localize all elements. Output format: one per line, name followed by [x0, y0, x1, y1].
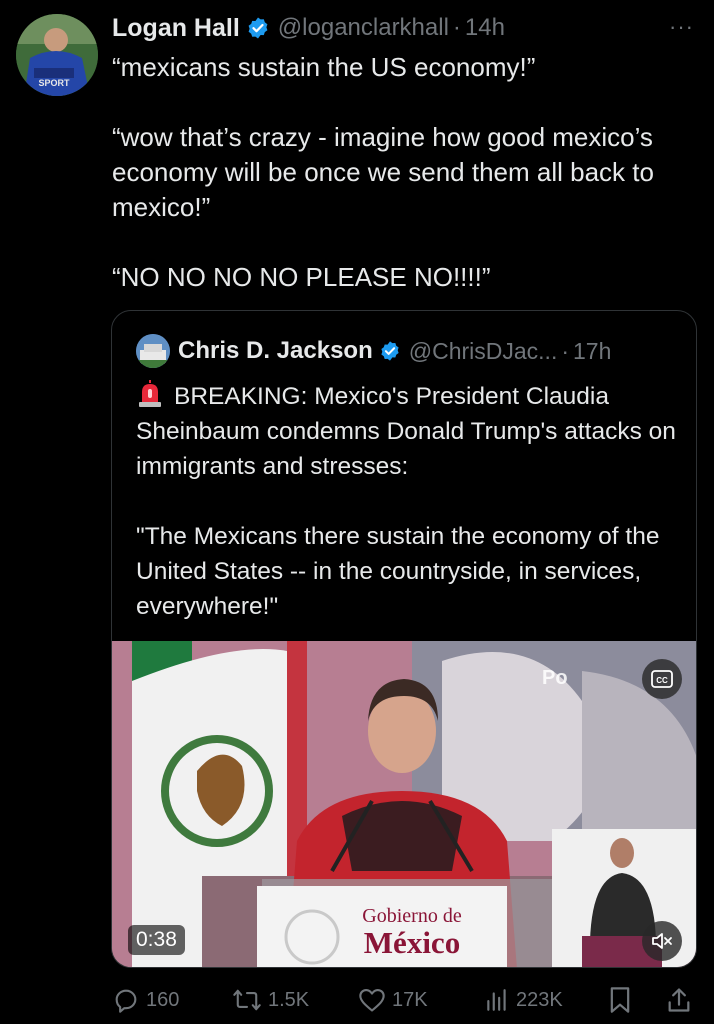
tweet-paragraph: “NO NO NO NO PLEASE NO!!!!” [112, 262, 491, 292]
views-button[interactable]: 223K [484, 987, 563, 1013]
siren-emoji-icon [139, 380, 161, 407]
author-handle[interactable]: @loganclarkhall [278, 14, 449, 42]
reply-icon [115, 989, 137, 1013]
video-player[interactable]: Po CC Gobierno de México 0:38 [112, 641, 696, 967]
podium-sign: Gobierno de México [342, 905, 482, 959]
video-watermark: Po [542, 667, 568, 689]
repost-count: 1.5K [268, 988, 310, 1011]
quoted-paragraph: BREAKING: Mexico's President Claudia She… [136, 383, 676, 480]
share-icon [668, 988, 690, 1012]
quoted-tweet-header: Chris D. Jackson @ChrisDJac... · 17h [136, 333, 676, 369]
podium-sign-line2: México [363, 925, 461, 960]
repost-button[interactable]: 1.5K [232, 986, 309, 1014]
action-bar: 160 1.5K 17K 223K [112, 982, 702, 1018]
quoted-paragraph: "The Mexicans there sustain the economy … [136, 523, 660, 620]
verified-badge-icon [248, 17, 268, 39]
share-button[interactable] [666, 986, 698, 1014]
quoted-author-avatar [136, 334, 170, 368]
bookmark-icon [610, 987, 630, 1013]
time-separator: · [561, 337, 570, 364]
tweet-paragraph: “wow that’s crazy - imagine how good mex… [112, 122, 654, 222]
tweet-paragraph: “mexicans sustain the US economy!” [112, 52, 536, 82]
heart-icon [359, 989, 385, 1012]
more-options-icon[interactable]: ··· [669, 14, 694, 40]
tweet-header: Logan Hall @loganclarkhall · 14h ··· [112, 10, 694, 46]
tweet-time[interactable]: 14h [465, 14, 505, 42]
quoted-tweet[interactable]: Chris D. Jackson @ChrisDJac... · 17h BRE… [111, 310, 697, 968]
reply-count: 160 [146, 988, 180, 1011]
repost-icon [233, 989, 261, 1011]
analytics-icon [487, 989, 506, 1011]
quoted-author-name: Chris D. Jackson [178, 337, 373, 364]
verified-badge-icon [381, 341, 399, 361]
tweet-text: “mexicans sustain the US economy!” “wow … [112, 50, 702, 295]
closed-captions-icon[interactable]: CC [642, 659, 682, 699]
svg-text:CC: CC [656, 676, 668, 685]
time-separator: · [452, 14, 461, 41]
tweet: SPORT Logan Hall @loganclarkhall · 14h ·… [0, 0, 714, 1024]
author-avatar[interactable]: SPORT [16, 14, 98, 96]
bookmark-button[interactable] [608, 986, 638, 1014]
like-count: 17K [392, 988, 428, 1011]
quoted-tweet-text: BREAKING: Mexico's President Claudia She… [136, 379, 676, 624]
muted-speaker-icon[interactable] [642, 921, 682, 961]
view-count: 223K [516, 988, 563, 1011]
quoted-author-handle: @ChrisDJac... [408, 337, 558, 364]
reply-button[interactable]: 160 [112, 986, 179, 1014]
podium-sign-line1: Gobierno de [362, 905, 462, 927]
author-name[interactable]: Logan Hall [112, 14, 240, 43]
like-button[interactable]: 17K [358, 987, 428, 1013]
quoted-tweet-time: 17h [573, 337, 612, 364]
avatar-jersey-text: SPORT [38, 78, 70, 88]
video-duration: 0:38 [128, 925, 185, 955]
